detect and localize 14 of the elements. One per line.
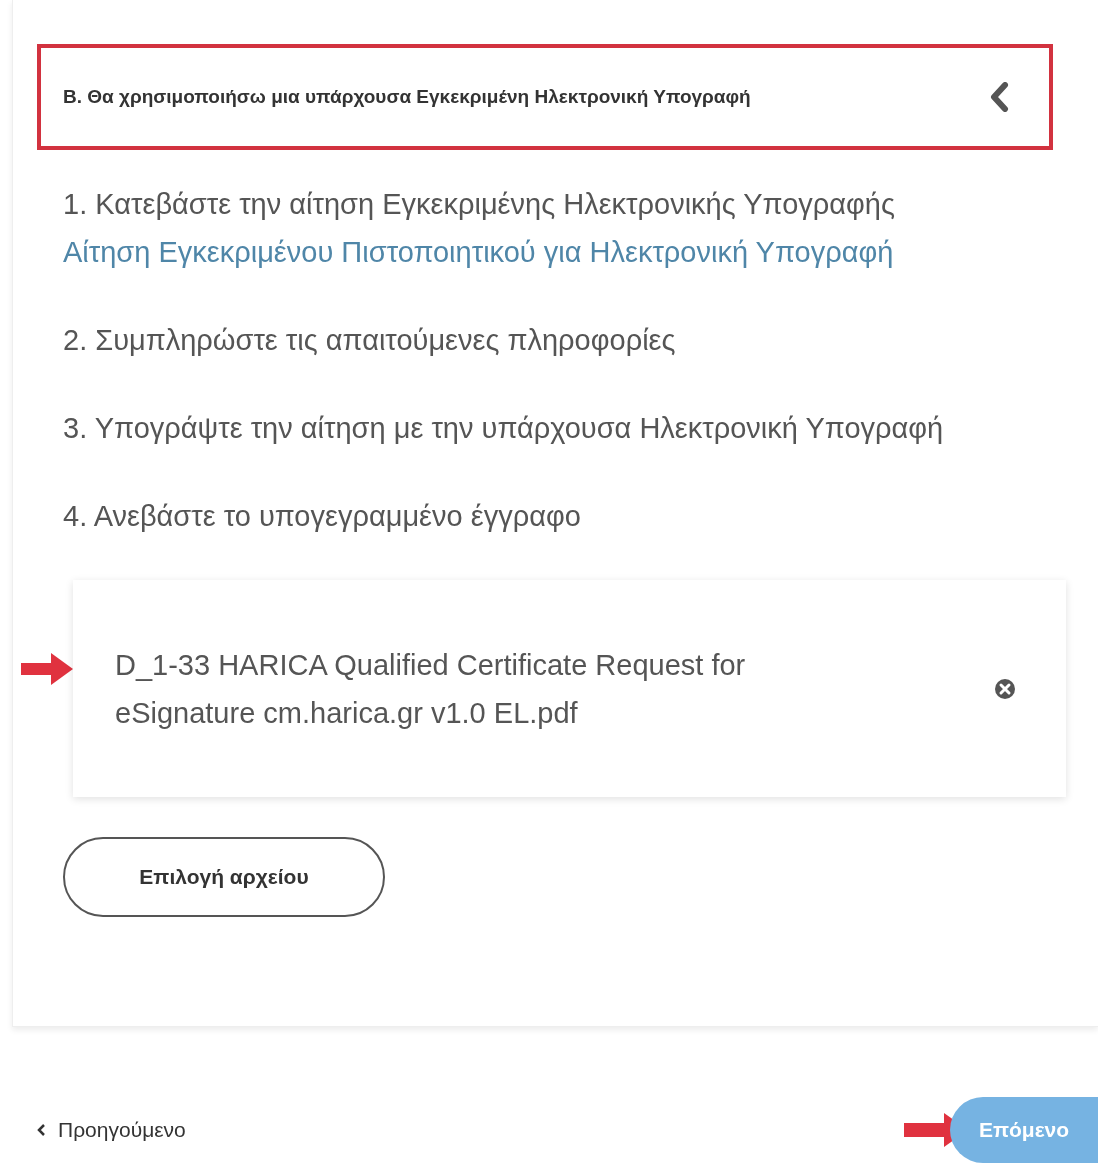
section-title: Β. Θα χρησιμοποιήσω μια υπάρχουσα Εγκεκριμένη Ηλεκτρονική Υπογραφή: [63, 85, 752, 109]
step-text: 4. Ανεβάστε το υπογεγραμμένο έγγραφο: [63, 499, 582, 534]
section-header[interactable]: Β. Θα χρησιμοποιήσω μια υπάρχουσα Εγκεκριμένη Ηλεκτρονική Υπογραφή: [37, 44, 1053, 150]
previous-link[interactable]: Προηγούμενο: [36, 1118, 186, 1142]
arrow-icon: [21, 650, 73, 687]
chevron-icon: [989, 82, 1009, 112]
choose-file-button[interactable]: Επιλογή αρχείου: [63, 837, 385, 917]
step-text: 1. Κατεβάστε την αίτηση Εγκεκριμένης Ηλεκτρονικής Υπογραφής: [63, 187, 896, 222]
chevron-icon: [36, 1123, 46, 1137]
close-icon[interactable]: [994, 677, 1016, 700]
download-link[interactable]: Αίτηση Εγκεκριμένου Πιστοποιητικού για Ηλεκτρονική Υπογραφή: [63, 228, 1098, 276]
step-text: 2. Συμπληρώστε τις απαιτούμενες πληροφορίες: [63, 323, 677, 358]
step-text: 3. Υπογράψτε την αίτηση με την υπάρχουσα Ηλεκτρονική Υπογραφή: [63, 411, 945, 446]
file-name: D_1-33 HARICA Qualified Certificate Request for eSignature cm.harica.gr v1.0 EL.pdf: [115, 647, 747, 731]
